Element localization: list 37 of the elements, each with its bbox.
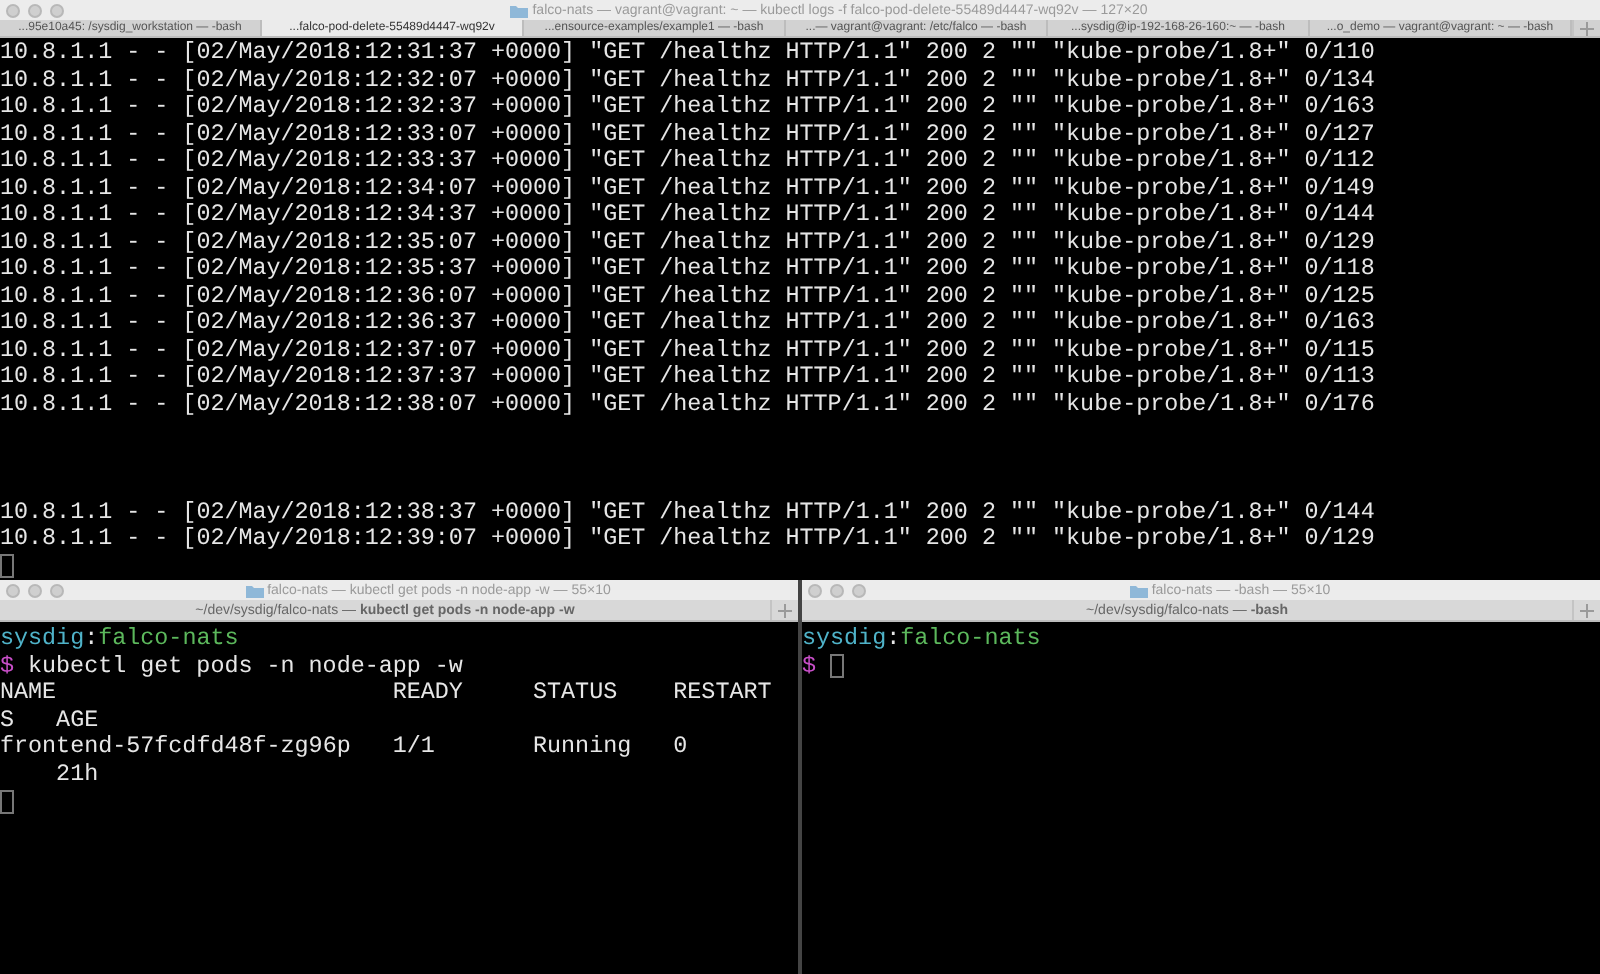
terminal-line: 10.8.1.1 - - [02/May/2018:12:35:07 +0000] "GET /healthz HTTP/1.1" 200 2 "" "kube-probe/1.8+" 0/129 <box>0 229 1377 256</box>
prompt-symbol: $ <box>0 653 15 680</box>
terminal-line: 10.8.1.1 - - [02/May/2018:12:38:37 +0000] "GET /healthz HTTP/1.1" 200 2 "" "kube-probe/1.8+" 0/144 <box>0 499 1377 526</box>
terminal-line: 10.8.1.1 - - [02/May/2018:12:39:07 +0000] "GET /healthz HTTP/1.1" 200 2 "" "kube-probe/1.8+" 0/129 <box>0 526 1377 553</box>
prompt-symbol: $ <box>802 653 817 680</box>
terminal-line: 10.8.1.1 - - [02/May/2018:12:34:37 +0000] "GET /healthz HTTP/1.1" 200 2 "" "kube-probe/1.8+" 0/144 <box>0 202 1377 229</box>
prompt-user: sysdig <box>0 626 85 653</box>
prompt-separator: : <box>84 626 99 653</box>
plus-icon <box>778 603 792 617</box>
terminal-line: 10.8.1.1 - - [02/May/2018:12:32:37 +0000] "GET /healthz HTTP/1.1" 200 2 "" "kube-probe/1.8+" 0/163 <box>0 94 1377 121</box>
terminal-line: 10.8.1.1 - - [02/May/2018:12:31:37 +0000] "GET /healthz HTTP/1.1" 200 2 "" "kube-probe/1.8+" 0/110 <box>0 40 1377 67</box>
new-tab-button[interactable] <box>770 600 798 620</box>
terminal-line: NAME READY STATUS RESTART <box>0 680 774 707</box>
plus-icon <box>1580 603 1594 617</box>
terminal-line: 10.8.1.1 - - [02/May/2018:12:36:37 +0000] "GET /healthz HTTP/1.1" 200 2 "" "kube-probe/1.8+" 0/163 <box>0 310 1377 337</box>
plus-icon <box>1580 21 1594 35</box>
prompt-separator: : <box>886 626 901 653</box>
terminal-line: 21h <box>54 761 101 788</box>
cursor <box>0 789 14 814</box>
new-tab-button[interactable] <box>1572 20 1600 36</box>
terminal-line: 10.8.1.1 - - [02/May/2018:12:33:37 +0000] "GET /healthz HTTP/1.1" 200 2 "" "kube-probe/1.8+" 0/112 <box>0 148 1377 175</box>
terminal-line: 10.8.1.1 - - [02/May/2018:12:35:37 +0000] "GET /healthz HTTP/1.1" 200 2 "" "kube-probe/1.8+" 0/118 <box>0 256 1377 283</box>
terminal-line: frontend-57fcdfd48f-zg96p 1/1 Running 0 <box>0 734 690 761</box>
terminal-line: 10.8.1.1 - - [02/May/2018:12:36:07 +0000] "GET /healthz HTTP/1.1" 200 2 "" "kube-probe/1.8+" 0/125 <box>0 283 1377 310</box>
terminal-line: 10.8.1.1 - - [02/May/2018:12:37:07 +0000] "GET /healthz HTTP/1.1" 200 2 "" "kube-probe/1.8+" 0/115 <box>0 337 1377 364</box>
terminal-line: 10.8.1.1 - - [02/May/2018:12:37:37 +0000] "GET /healthz HTTP/1.1" 200 2 "" "kube-probe/1.8+" 0/113 <box>0 364 1377 391</box>
new-tab-button[interactable] <box>1572 600 1600 620</box>
prompt-host: falco-nats <box>98 626 239 653</box>
terminal-line: 10.8.1.1 - - [02/May/2018:12:38:07 +0000] "GET /healthz HTTP/1.1" 200 2 "" "kube-probe/1.8+" 0/176 <box>0 391 1377 418</box>
terminal-line: S AGE <box>0 707 101 734</box>
prompt-user: sysdig <box>802 626 887 653</box>
terminal-line: 10.8.1.1 - - [02/May/2018:12:34:07 +0000] "GET /healthz HTTP/1.1" 200 2 "" "kube-probe/1.8+" 0/149 <box>0 175 1377 202</box>
terminal-line: 10.8.1.1 - - [02/May/2018:12:33:07 +0000] "GET /healthz HTTP/1.1" 200 2 "" "kube-probe/1.8+" 0/127 <box>0 121 1377 148</box>
prompt-host: falco-nats <box>900 626 1041 653</box>
terminal-line: 10.8.1.1 - - [02/May/2018:12:32:07 +0000] "GET /healthz HTTP/1.1" 200 2 "" "kube-probe/1.8+" 0/134 <box>0 67 1377 94</box>
cursor <box>0 554 14 579</box>
command-text: kubectl get pods -n node-app -w <box>28 653 463 680</box>
